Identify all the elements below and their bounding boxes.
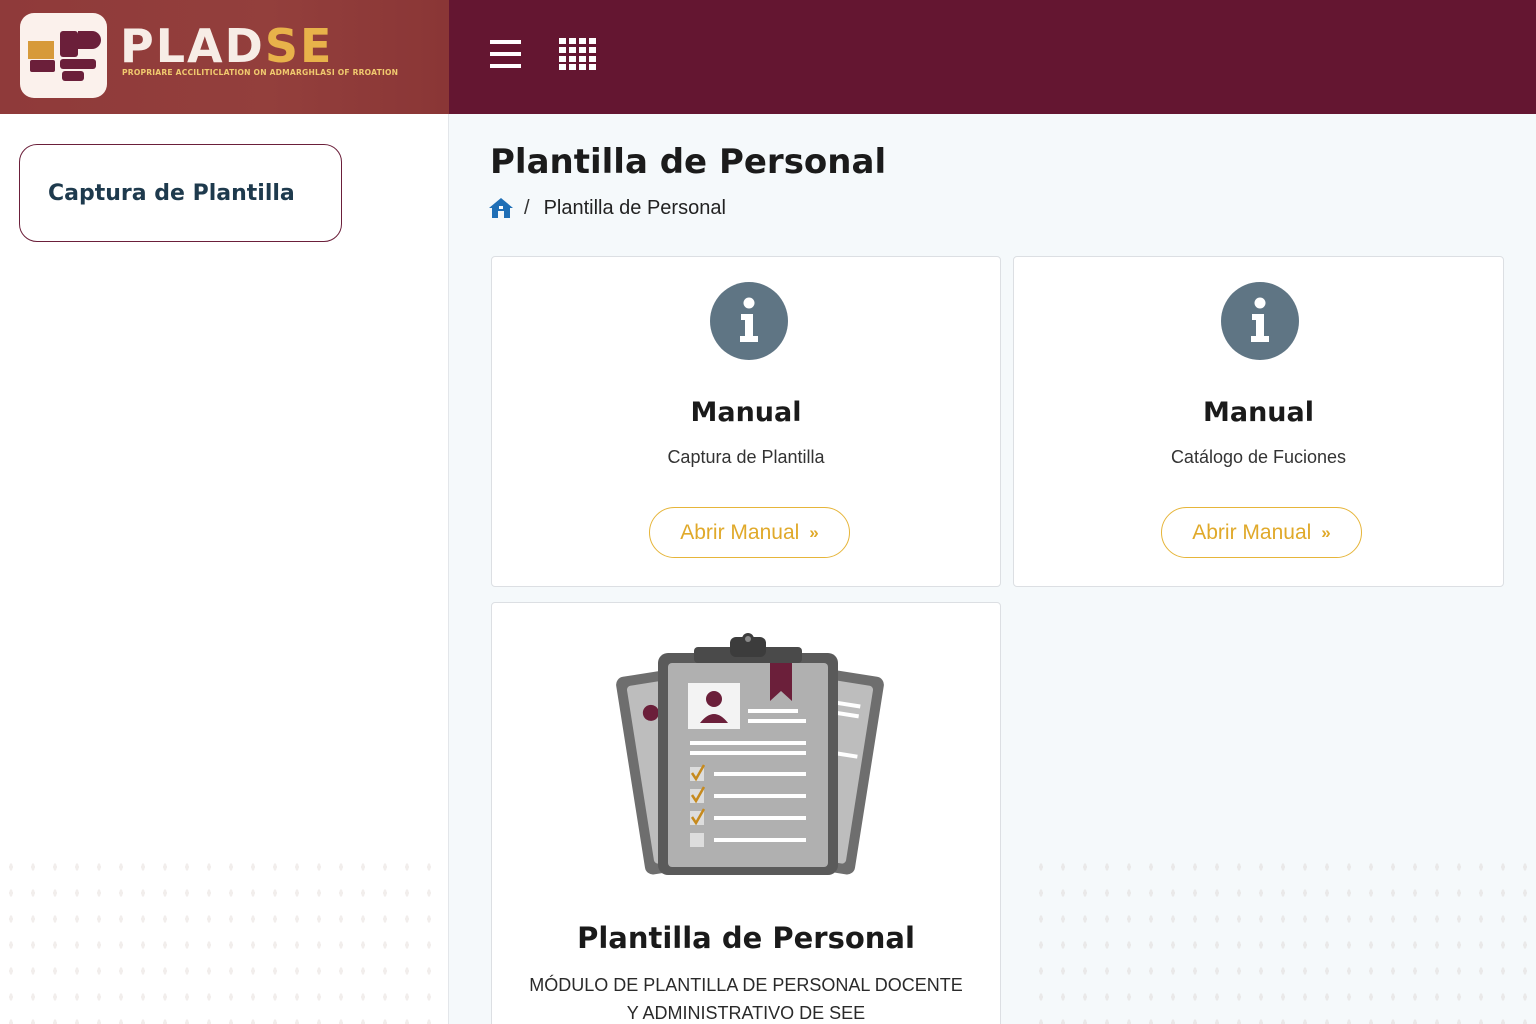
background-pattern [1030,854,1536,1024]
card-subtitle: Captura de Plantilla [667,447,825,467]
info-icon [1221,282,1299,360]
card-description: MÓDULO DE PLANTILLA DE PERSONAL DOCENTE … [529,975,963,1023]
breadcrumb: / Plantilla de Personal [488,194,726,222]
info-icon [710,282,788,360]
open-manual-button[interactable]: Abrir Manual » [649,507,850,558]
pladse-logo[interactable] [20,13,107,98]
button-label: Abrir Manual [680,520,800,544]
breadcrumb-current: Plantilla de Personal [543,196,726,219]
open-manual-button[interactable]: Abrir Manual » [1161,507,1362,558]
main-content: Plantilla de Personal / Plantilla de Per… [450,114,1536,1024]
clipboard-documents-illustration [616,633,884,875]
brand-name: PLADSE [120,19,334,73]
double-chevron-right-icon: » [1321,522,1331,542]
button-label: Abrir Manual [1192,520,1312,544]
breadcrumb-separator: / [524,196,530,219]
sidebar-item-captura-de-plantilla[interactable]: Captura de Plantilla [19,144,342,242]
manual-card-captura: Manual Captura de Plantilla Abrir Manual… [491,256,1001,587]
grid-apps-icon[interactable] [559,38,597,70]
hamburger-icon[interactable] [490,39,522,69]
plantilla-personal-card[interactable]: Plantilla de Personal MÓDULO DE PLANTILL… [491,602,1001,1024]
card-title: Manual [1202,397,1314,428]
top-navbar [449,0,1536,114]
card-title: Plantilla de Personal [577,921,915,955]
card-title: Manual [690,397,802,428]
background-pattern [0,854,449,1024]
card-subtitle: Catálogo de Fuciones [1170,447,1347,467]
sidebar-item-label: Captura de Plantilla [48,180,295,206]
double-chevron-right-icon: » [809,522,819,542]
page-title: Plantilla de Personal [490,142,887,182]
brand-tagline: PROPRIARE ACCILITICLATION ON ADMARGHLASI… [122,68,399,77]
manual-card-catalogo: Manual Catálogo de Fuciones Abrir Manual… [1013,256,1504,587]
brand-header: PLADSE PROPRIARE ACCILITICLATION ON ADMA… [0,0,449,114]
logo-mark-icon [28,31,101,81]
home-icon[interactable] [488,196,514,220]
sidebar: Captura de Plantilla [0,114,449,1024]
